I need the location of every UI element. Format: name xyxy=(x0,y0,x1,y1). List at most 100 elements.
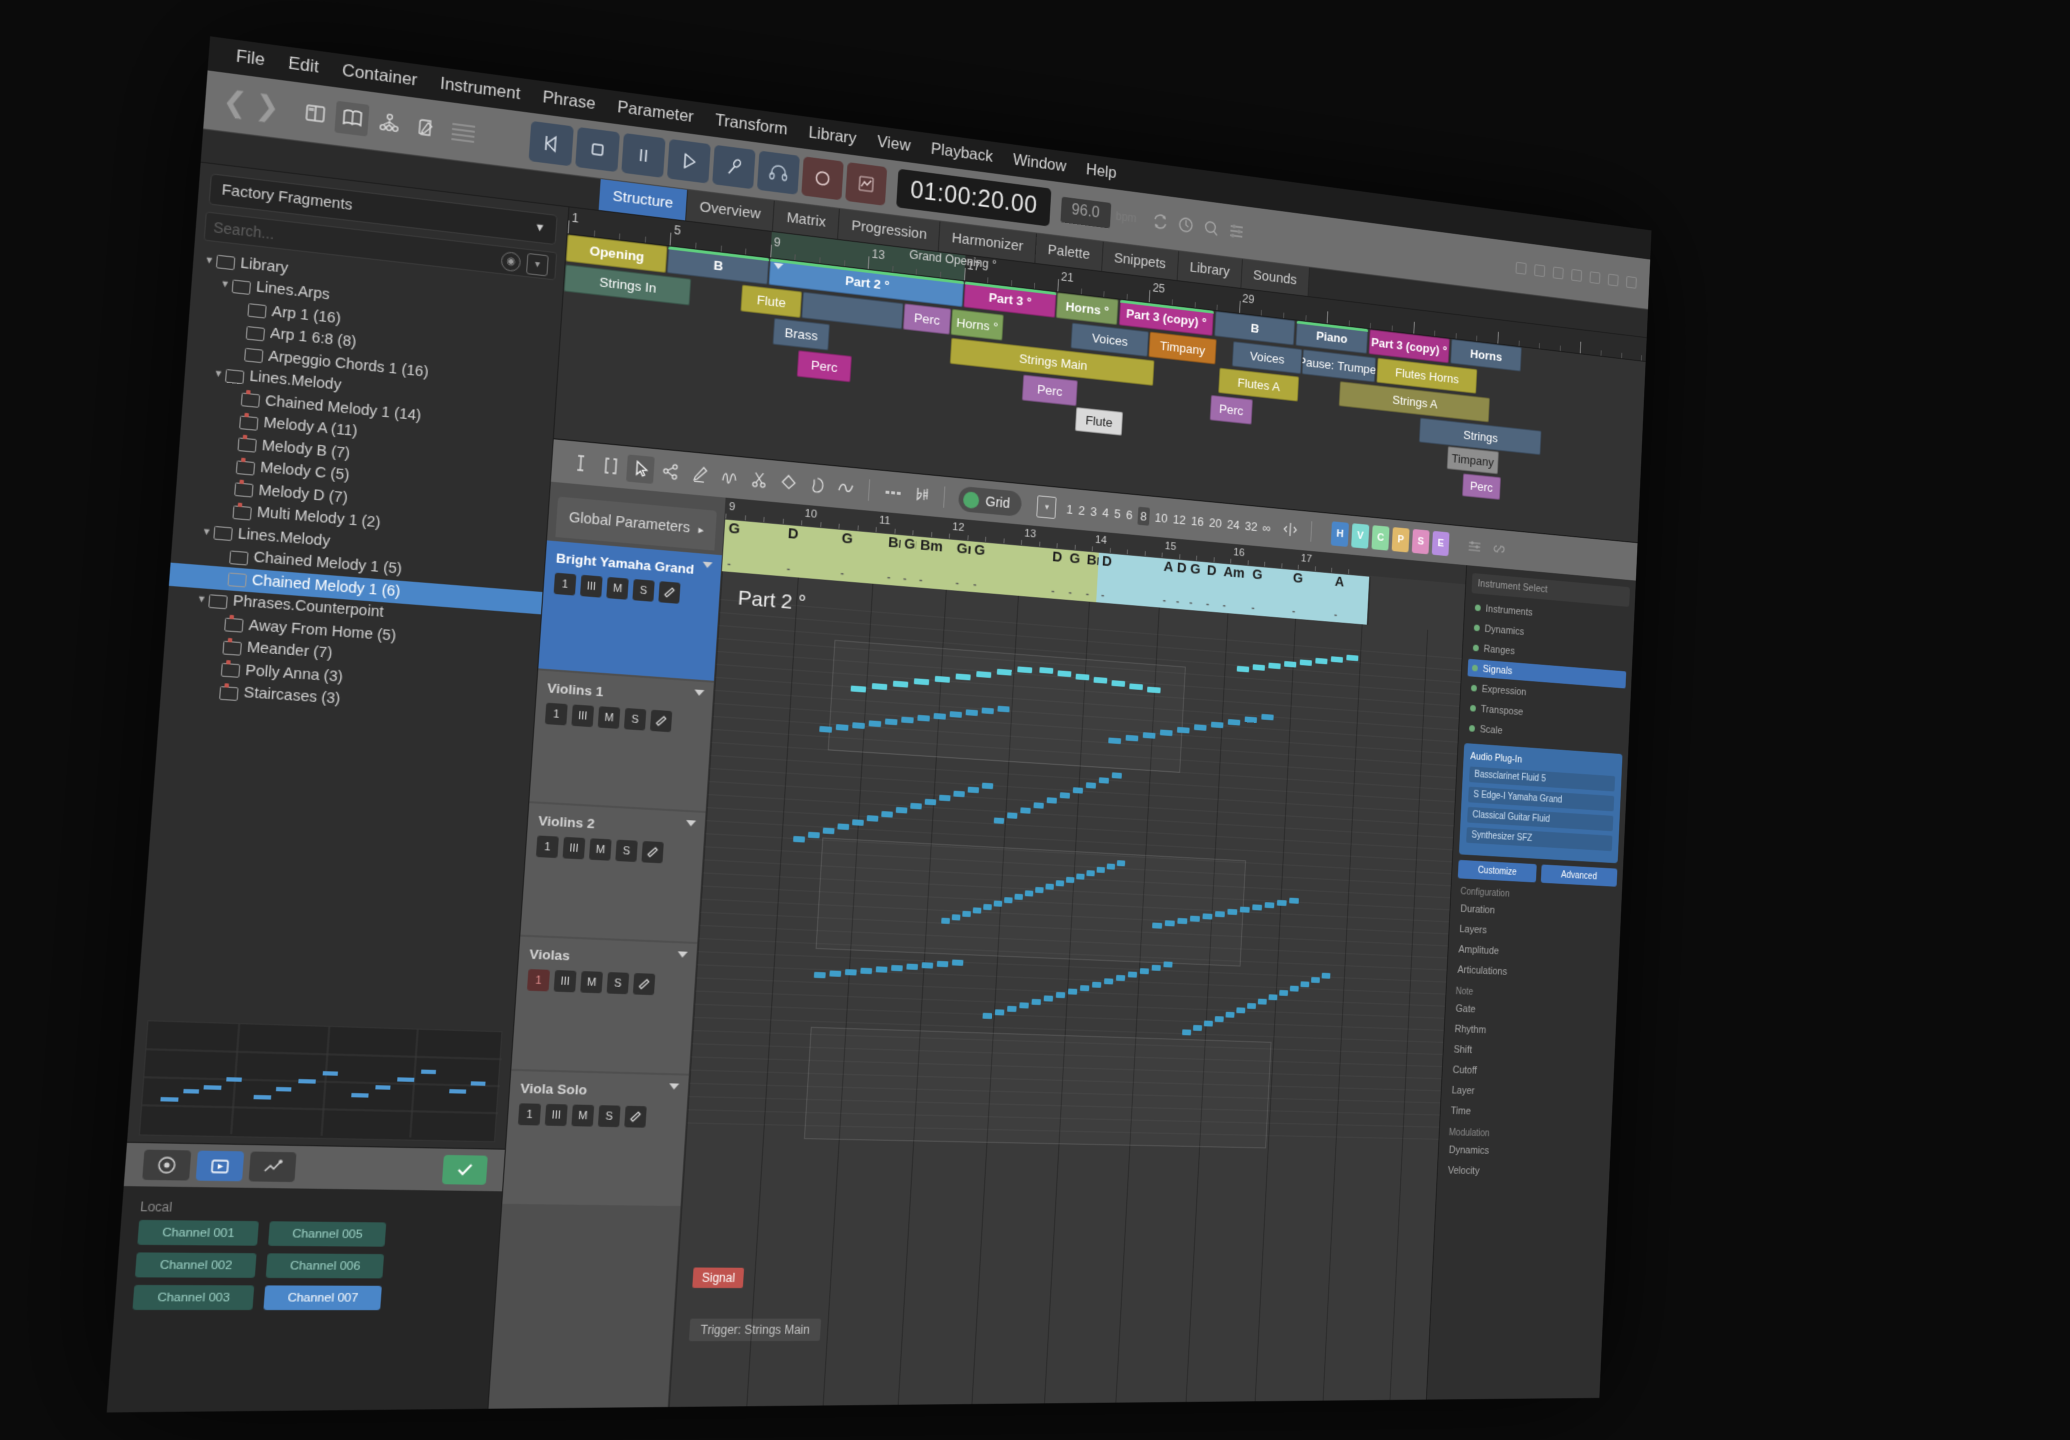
midi-note[interactable] xyxy=(1261,713,1274,721)
quantize-value[interactable]: 32 xyxy=(1244,518,1257,533)
metronome-icon[interactable] xyxy=(1176,213,1196,236)
curve-edit-icon[interactable] xyxy=(248,1151,297,1183)
midi-note[interactable] xyxy=(1236,1007,1246,1014)
twisty-open-icon[interactable]: ▼ xyxy=(194,593,209,605)
midi-note[interactable] xyxy=(994,1009,1005,1016)
midi-note[interactable] xyxy=(1139,968,1149,975)
midi-note[interactable] xyxy=(1072,787,1084,794)
midi-note[interactable] xyxy=(1244,716,1258,723)
quantize-value[interactable]: ∞ xyxy=(1262,520,1271,535)
curve-line-icon[interactable] xyxy=(832,473,859,502)
wrench-icon[interactable] xyxy=(658,581,681,604)
midi-note[interactable] xyxy=(1091,981,1102,988)
arrangement-block[interactable]: Perc xyxy=(902,303,952,335)
track-collapse-icon[interactable] xyxy=(668,1083,680,1090)
quantize-value[interactable]: 1 xyxy=(1066,501,1073,516)
track-button[interactable]: S xyxy=(632,579,655,602)
midi-note[interactable] xyxy=(1300,981,1310,988)
phrase-clip-box[interactable] xyxy=(803,1026,1272,1149)
track-button[interactable]: S xyxy=(615,839,638,863)
track-button[interactable]: M xyxy=(597,706,621,729)
midi-note[interactable] xyxy=(1203,1020,1213,1027)
magnifier-icon[interactable] xyxy=(1201,217,1221,240)
twisty-open-icon[interactable]: ▼ xyxy=(202,254,217,266)
midi-note[interactable] xyxy=(819,725,833,733)
quantize-value[interactable]: 5 xyxy=(1114,506,1121,521)
midi-note[interactable] xyxy=(1192,1024,1203,1031)
track-collapse-icon[interactable] xyxy=(694,689,705,697)
midi-note[interactable] xyxy=(1046,797,1057,804)
midi-note[interactable] xyxy=(1268,662,1281,670)
inspector-param-row[interactable]: Velocity xyxy=(1443,1161,1604,1181)
pencil-draw-icon[interactable] xyxy=(686,460,714,489)
midi-note[interactable] xyxy=(1227,908,1238,916)
midi-note[interactable] xyxy=(1093,676,1108,684)
squiggle-icon[interactable] xyxy=(715,462,743,491)
midi-note[interactable] xyxy=(1142,732,1156,739)
midi-note[interactable] xyxy=(993,817,1005,824)
midi-note[interactable] xyxy=(1346,654,1359,662)
levels-icon[interactable] xyxy=(1463,533,1486,560)
back-icon[interactable]: ❮ xyxy=(217,85,252,121)
grid-icon[interactable] xyxy=(1532,262,1546,279)
midi-note[interactable] xyxy=(1177,917,1188,925)
quantize-value[interactable]: 24 xyxy=(1227,517,1240,532)
arrangement-block[interactable]: Flute xyxy=(1074,407,1124,436)
arrangement-block[interactable]: Timpany xyxy=(1446,446,1499,475)
midi-note[interactable] xyxy=(997,705,1010,713)
inspector-button[interactable]: Advanced xyxy=(1540,864,1618,887)
chip-button-s[interactable]: S xyxy=(1411,528,1430,555)
track-button[interactable]: 1 xyxy=(553,572,577,596)
track-button[interactable]: S xyxy=(623,707,647,731)
track-button[interactable]: 1 xyxy=(535,835,559,859)
channel-button[interactable]: Channel 003 xyxy=(132,1284,255,1311)
track-collapse-icon[interactable] xyxy=(677,951,688,958)
midi-note[interactable] xyxy=(1252,664,1266,671)
phrase-clip-box[interactable] xyxy=(815,837,1247,967)
pencil-edit-icon[interactable] xyxy=(408,110,442,146)
midi-note[interactable] xyxy=(837,823,850,831)
folder-play-icon[interactable] xyxy=(195,1150,245,1182)
marquee-icon[interactable] xyxy=(596,451,625,481)
track-header[interactable]: Bright Yamaha Grand 1 III M S xyxy=(538,540,722,681)
track-collapse-icon[interactable] xyxy=(685,820,697,827)
list-lines-icon[interactable] xyxy=(451,122,476,143)
midi-note[interactable] xyxy=(1055,880,1065,887)
wrench-icon[interactable] xyxy=(624,1105,647,1128)
track-button[interactable]: 1 xyxy=(544,702,568,726)
chord-cell[interactable]: A- xyxy=(1329,573,1371,625)
midi-note[interactable] xyxy=(924,798,937,806)
midi-note[interactable] xyxy=(993,900,1003,907)
track-header[interactable]: Violins 2 1 III M S xyxy=(520,803,706,942)
midi-note[interactable] xyxy=(1252,904,1263,911)
midi-note[interactable] xyxy=(965,709,978,717)
wrench-icon[interactable] xyxy=(632,973,656,996)
automation-icon[interactable] xyxy=(845,162,888,206)
headphones-icon[interactable] xyxy=(756,150,800,195)
midi-note[interactable] xyxy=(1111,772,1122,779)
midi-note[interactable] xyxy=(951,914,961,921)
arrangement-block[interactable]: Perc xyxy=(1021,374,1078,407)
midi-note[interactable] xyxy=(1116,860,1126,867)
midi-note[interactable] xyxy=(917,714,930,722)
grid-toggle-button[interactable]: Grid xyxy=(957,485,1023,517)
midi-note[interactable] xyxy=(1276,899,1287,907)
arrangement-block[interactable]: Brass xyxy=(772,317,830,351)
track-button[interactable]: M xyxy=(580,971,603,994)
midi-note[interactable] xyxy=(967,786,980,794)
track-button[interactable]: III xyxy=(571,704,595,728)
midi-note[interactable] xyxy=(934,675,951,683)
midi-note[interactable] xyxy=(1315,657,1328,665)
text-cursor-icon[interactable] xyxy=(566,448,595,478)
midi-note[interactable] xyxy=(1289,985,1299,992)
chord-cell[interactable]: D- xyxy=(1096,552,1166,608)
midi-note[interactable] xyxy=(1059,792,1071,799)
filter-chevron-icon[interactable]: ▾ xyxy=(526,252,549,276)
track-button[interactable]: S xyxy=(606,972,630,995)
arrangement-block[interactable]: Voices xyxy=(1231,341,1303,375)
midi-note[interactable] xyxy=(921,962,934,969)
midi-note[interactable] xyxy=(891,964,903,972)
track-header[interactable]: Violins 1 1 III M S xyxy=(529,670,714,812)
midi-note[interactable] xyxy=(982,1012,993,1019)
block-chevron-icon[interactable] xyxy=(773,262,784,270)
